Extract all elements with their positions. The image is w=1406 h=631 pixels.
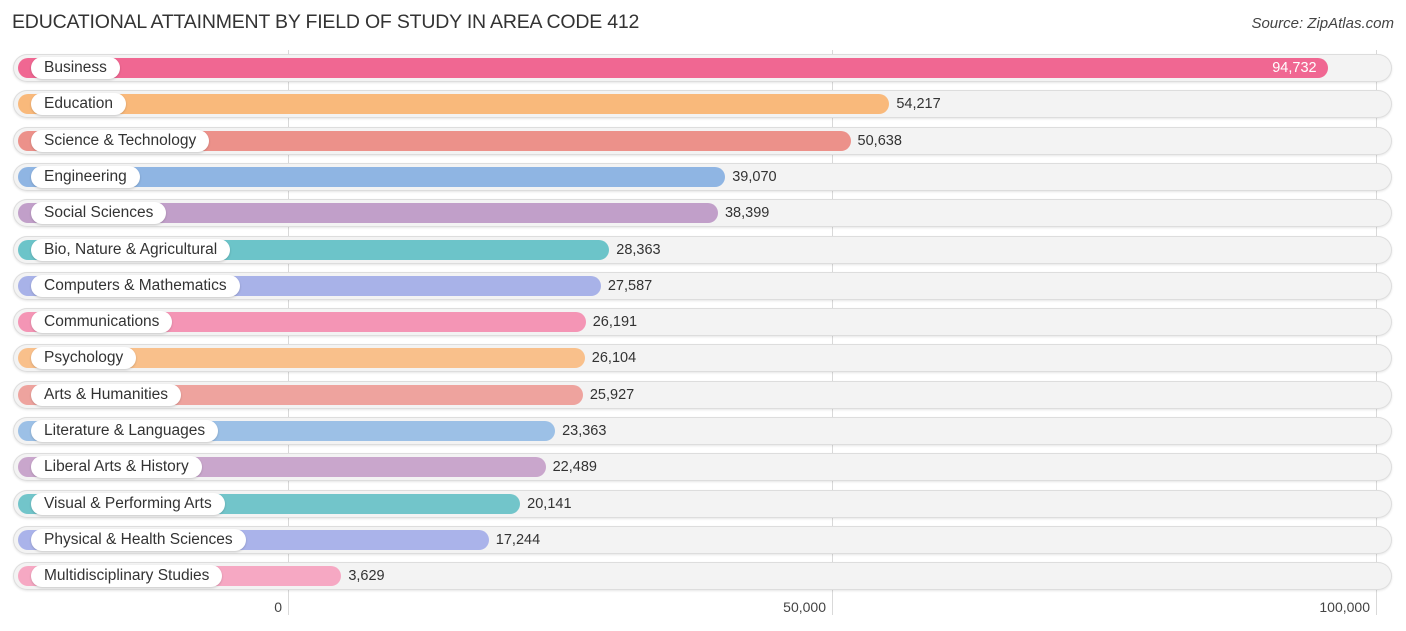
value-label: 20,141 [527,496,572,512]
value-label: 50,638 [857,133,902,149]
value-label: 25,927 [589,387,635,403]
category-label: Visual & Performing Arts [31,493,225,515]
category-label: Multidisciplinary Studies [31,565,223,587]
value-label: 39,070 [732,169,777,185]
category-label: Psychology [31,347,137,369]
value-label: 17,244 [495,532,541,548]
category-label: Bio, Nature & Agricultural [31,239,231,261]
category-label: Literature & Languages [31,420,219,442]
category-label: Arts & Humanities [31,384,182,406]
category-label: Business [31,57,120,79]
category-label: Education [31,93,126,115]
value-label: 27,587 [607,278,653,294]
x-tick-label: 50,000 [783,599,826,615]
category-label: Communications [31,311,173,333]
value-label: 22,489 [552,459,597,475]
value-label: 54,217 [896,96,941,112]
value-label: 28,363 [616,242,661,258]
category-label: Computers & Mathematics [31,275,240,297]
category-label: Engineering [31,166,140,188]
value-label: 38,399 [724,205,770,221]
value-label: 26,104 [591,350,637,366]
category-label: Liberal Arts & History [31,456,202,478]
x-tick-label: 100,000 [1319,599,1370,615]
bar [18,58,1329,78]
bar-chart: 0 50,000 100,000 Business 94,732 Education 54,… [0,0,1406,631]
category-label: Social Sciences [31,202,167,224]
category-label: Science & Technology [31,130,210,152]
category-label: Physical & Health Sciences [31,529,246,551]
x-tick-label: 0 [274,599,282,615]
value-label: 94,732 [1272,60,1317,76]
value-label: 23,363 [562,423,607,439]
bar [18,94,890,114]
value-label: 3,629 [348,568,385,584]
value-label: 26,191 [592,314,638,330]
